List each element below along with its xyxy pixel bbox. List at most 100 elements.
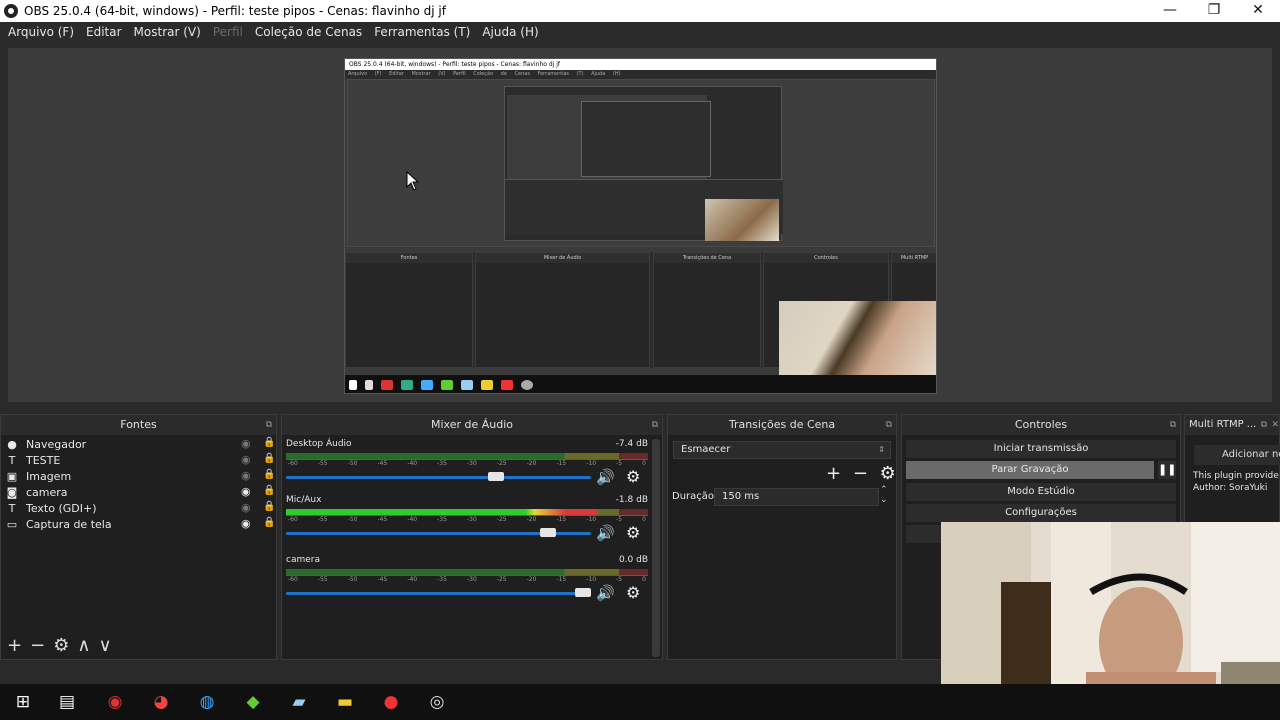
dock-float-icon[interactable]: ⧉ (266, 415, 272, 435)
obs-logo-icon (4, 4, 18, 18)
maximize-button[interactable]: ❐ (1192, 0, 1236, 22)
meter-ticks: -60 -55 -50 -45 -40 -35 -30 -25 -20 -15 -10 -5 0 (286, 459, 648, 468)
text-icon: T (8, 501, 16, 515)
windows-start-icon[interactable]: ⊞ (10, 690, 36, 714)
audio-mixer-dock: Mixer de Áudio ⧉ Desktop Áudio -7.4 dB -60-… (281, 414, 663, 660)
start-streaming-button[interactable]: Iniciar transmissão (906, 440, 1176, 458)
remove-source-button[interactable]: − (30, 635, 45, 656)
minimize-button[interactable]: — (1148, 0, 1192, 22)
visibility-eye-icon[interactable]: ◉ (241, 453, 251, 466)
sources-toolbar: + − ⚙ ∧ ∨ (1, 631, 276, 659)
app-icon[interactable]: ◉ (102, 690, 128, 714)
volume-slider[interactable]: 🔊 ⚙ (286, 583, 648, 602)
lock-icon[interactable]: 🔒 (263, 437, 275, 448)
folder-icon[interactable]: ▬ (332, 690, 358, 714)
speaker-icon[interactable]: 🔊 (596, 524, 615, 542)
speaker-icon[interactable]: 🔊 (596, 468, 615, 486)
source-item[interactable]: ▭ Captura de tela ◉ 🔒 (1, 516, 276, 532)
move-source-down-button[interactable]: ∨ (99, 635, 112, 656)
lock-icon[interactable]: 🔒 (263, 453, 275, 464)
source-item[interactable]: T TESTE ◉ 🔒 (1, 452, 276, 468)
menu-mostrar[interactable]: Mostrar (V) (128, 25, 207, 39)
menu-bar: Arquivo (F) Editar Mostrar (V) Perfil Co… (0, 22, 1280, 42)
source-item[interactable]: ▣ Imagem ◉ 🔒 (1, 468, 276, 484)
settings-button[interactable]: Configurações (906, 504, 1176, 522)
globe-icon: ● (7, 437, 17, 451)
app-green-icon[interactable]: ◆ (240, 690, 266, 714)
preview-nested-title: OBS 25.0.4 (64-bit, windows) - Perfil: t… (345, 59, 936, 70)
volume-knob[interactable] (540, 528, 557, 537)
menu-ferramentas[interactable]: Ferramentas (T) (368, 25, 476, 39)
gear-icon[interactable]: ⚙ (626, 583, 640, 602)
menu-ajuda[interactable]: Ajuda (H) (476, 25, 544, 39)
mixer-channel: Mic/Aux -1.8 dB -60 -55 -50 -45 -40 -35 -30 -25 -2… (286, 495, 648, 542)
duration-spinner[interactable]: ⌃ ⌄ (880, 485, 888, 505)
menu-editar[interactable]: Editar (80, 25, 128, 39)
lock-icon[interactable]: 🔒 (263, 501, 275, 512)
source-properties-button[interactable]: ⚙ (53, 635, 69, 656)
transition-select[interactable]: Esmaecer ⇕ (673, 441, 891, 459)
visibility-eye-icon[interactable]: ◉ (241, 469, 251, 482)
source-item[interactable]: ● Navegador ◉ 🔒 (1, 436, 276, 452)
recorder-icon[interactable]: ● (378, 690, 404, 714)
add-target-button[interactable]: Adicionar no (1194, 445, 1280, 465)
add-source-button[interactable]: + (7, 635, 22, 656)
dock-float-icon[interactable]: ⧉ (1261, 415, 1267, 435)
rtmp-info-text: This plugin provide (1193, 471, 1279, 481)
browser-icon[interactable]: ◍ (194, 690, 220, 714)
controls-title: Controles (1014, 418, 1068, 431)
preview-area[interactable]: OBS 25.0.4 (64-bit, windows) - Perfil: t… (8, 48, 1272, 402)
visibility-eye-icon[interactable]: ◉ (241, 485, 251, 498)
mixer-title: Mixer de Áudio (430, 418, 514, 431)
add-transition-button[interactable]: + (826, 463, 841, 484)
lock-icon[interactable]: 🔒 (263, 469, 275, 480)
visibility-eye-icon[interactable]: ◉ (241, 517, 251, 530)
dock-float-icon[interactable]: ⧉ (1170, 415, 1176, 435)
preview-nested-webcam (705, 199, 779, 241)
sources-title: Fontes (120, 418, 157, 431)
menu-perfil[interactable]: Perfil (207, 25, 249, 39)
volume-knob[interactable] (488, 472, 505, 481)
dock-float-icon[interactable]: ⧉ (652, 415, 658, 435)
lock-icon[interactable]: 🔒 (263, 517, 275, 528)
channel-db: -7.4 dB (615, 439, 648, 449)
studio-mode-button[interactable]: Modo Estúdio (906, 483, 1176, 501)
meter-ticks: -60 -55 -50 -45 -40 -35 -30 -25 -20 -15 -10 -5 0 (286, 575, 648, 584)
menu-arquivo[interactable]: Arquivo (F) (2, 25, 80, 39)
source-item[interactable]: ◙ camera ◉ 🔒 (1, 484, 276, 500)
move-source-up-button[interactable]: ∧ (77, 635, 90, 656)
visibility-eye-icon[interactable]: ◉ (241, 437, 251, 450)
obs-icon[interactable]: ◎ (424, 690, 450, 714)
sources-list[interactable]: ● Navegador ◉ 🔒 T TESTE ◉ 🔒 ▣ Imagem ◉ 🔒 ◙ camera ◉ 🔒 T T… (1, 435, 276, 532)
remove-transition-button[interactable]: − (853, 463, 868, 484)
pause-recording-button[interactable]: ❚❚ (1158, 461, 1176, 479)
source-name: TESTE (26, 453, 61, 467)
speaker-icon[interactable]: 🔊 (596, 584, 615, 602)
chrome-icon[interactable]: ◕ (148, 690, 174, 714)
text-icon: T (8, 453, 16, 467)
channel-db: 0.0 dB (618, 555, 648, 565)
close-button[interactable]: ✕ (1236, 0, 1280, 22)
source-item[interactable]: T Texto (GDI+) ◉ 🔒 (1, 500, 276, 516)
stop-recording-button[interactable]: Parar Gravação (906, 461, 1154, 479)
mixer-channel: Desktop Áudio -7.4 dB -60 -55 -50 -45 -40 -35 -3… (286, 439, 648, 486)
transition-settings-gear-icon[interactable]: ⚙ (880, 463, 896, 484)
volume-knob[interactable] (575, 588, 591, 597)
preview-canvas[interactable]: OBS 25.0.4 (64-bit, windows) - Perfil: t… (344, 58, 937, 394)
preview-nested-canvas (347, 79, 935, 247)
app-blue-icon[interactable]: ▰ (286, 690, 312, 714)
dock-close-icon[interactable]: ✕ (1271, 415, 1279, 435)
volume-slider[interactable]: 🔊 ⚙ (286, 467, 648, 486)
dock-float-icon[interactable]: ⧉ (886, 415, 892, 435)
volume-slider[interactable]: 🔊 ⚙ (286, 523, 648, 542)
gear-icon[interactable]: ⚙ (626, 523, 640, 542)
menu-colecao-cenas[interactable]: Coleção de Cenas (249, 25, 368, 39)
lock-icon[interactable]: 🔒 (263, 485, 275, 496)
channel-name: Mic/Aux (286, 495, 322, 505)
visibility-eye-icon[interactable]: ◉ (241, 501, 251, 514)
task-view-icon[interactable]: ▤ (54, 690, 80, 714)
duration-input[interactable]: 150 ms (714, 488, 879, 506)
gear-icon[interactable]: ⚙ (626, 467, 640, 486)
mixer-scrollbar[interactable] (652, 439, 660, 657)
transitions-title: Transições de Cena (728, 418, 836, 431)
